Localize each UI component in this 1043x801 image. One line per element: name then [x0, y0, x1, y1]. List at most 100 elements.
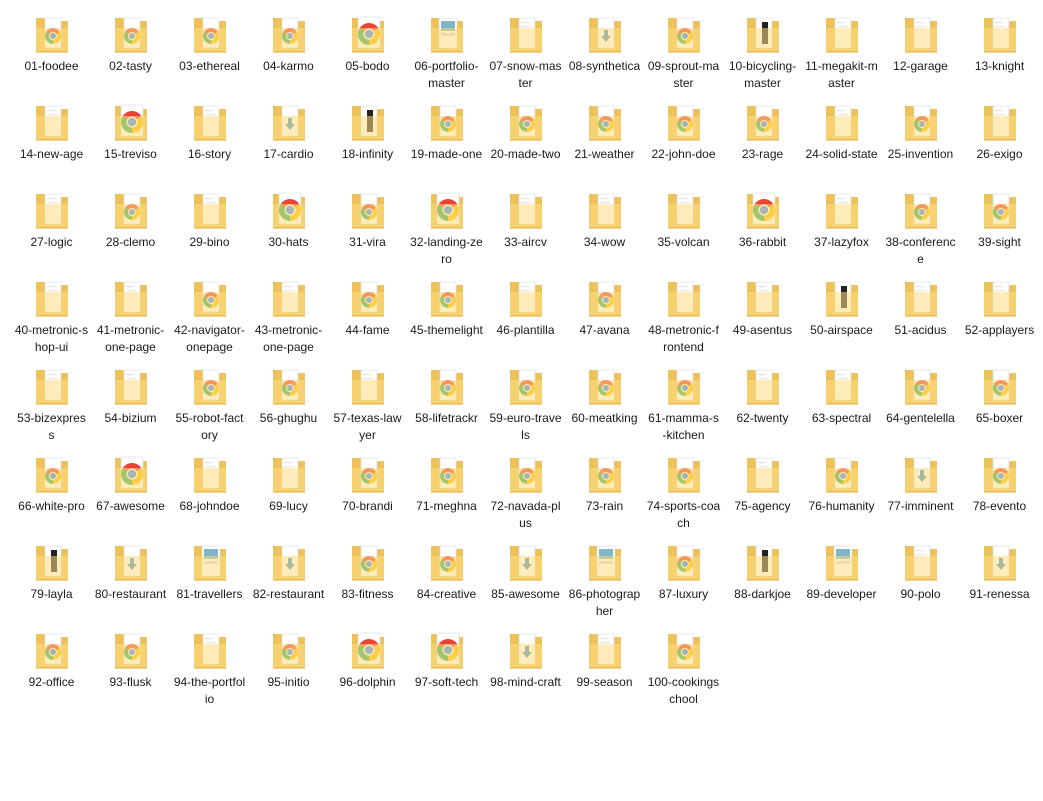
- folder-item[interactable]: 72-navada-plus: [486, 450, 565, 538]
- folder-item[interactable]: 57-texas-lawyer: [328, 362, 407, 450]
- folder-item[interactable]: 10-bicycling-master: [723, 10, 802, 98]
- folder-item[interactable]: 99-season: [565, 626, 644, 714]
- folder-item[interactable]: 31-vira: [328, 186, 407, 274]
- folder-item[interactable]: 61-mamma-s-kitchen: [644, 362, 723, 450]
- folder-item[interactable]: 25-invention: [881, 98, 960, 186]
- folder-item[interactable]: 85-awesome: [486, 538, 565, 626]
- folder-item[interactable]: 96-dolphin: [328, 626, 407, 714]
- folder-item[interactable]: 04-karmo: [249, 10, 328, 98]
- folder-item[interactable]: 13-knight: [960, 10, 1039, 98]
- folder-item[interactable]: 09-sprout-master: [644, 10, 723, 98]
- folder-item[interactable]: 91-renessa: [960, 538, 1039, 626]
- folder-item[interactable]: 24-solid-state: [802, 98, 881, 186]
- folder-item[interactable]: 35-volcan: [644, 186, 723, 274]
- folder-item[interactable]: 58-lifetrackr: [407, 362, 486, 450]
- folder-item[interactable]: 84-creative: [407, 538, 486, 626]
- folder-item[interactable]: 14-new-age: [12, 98, 91, 186]
- folder-item[interactable]: 15-treviso: [91, 98, 170, 186]
- folder-item[interactable]: 33-aircv: [486, 186, 565, 274]
- folder-item[interactable]: 87-luxury: [644, 538, 723, 626]
- folder-item[interactable]: 34-wow: [565, 186, 644, 274]
- folder-item[interactable]: 32-landing-zero: [407, 186, 486, 274]
- folder-item[interactable]: 67-awesome: [91, 450, 170, 538]
- folder-item[interactable]: 21-weather: [565, 98, 644, 186]
- folder-item[interactable]: 88-darkjoe: [723, 538, 802, 626]
- folder-item[interactable]: 27-logic: [12, 186, 91, 274]
- folder-item[interactable]: 93-flusk: [91, 626, 170, 714]
- folder-item[interactable]: 43-metronic-one-page: [249, 274, 328, 362]
- folder-item[interactable]: 39-sight: [960, 186, 1039, 274]
- folder-item[interactable]: 26-exigo: [960, 98, 1039, 186]
- folder-item[interactable]: 29-bino: [170, 186, 249, 274]
- folder-item[interactable]: 20-made-two: [486, 98, 565, 186]
- folder-item[interactable]: 36-rabbit: [723, 186, 802, 274]
- folder-item[interactable]: 42-navigator-onepage: [170, 274, 249, 362]
- folder-item[interactable]: 17-cardio: [249, 98, 328, 186]
- folder-item[interactable]: 18-infinity: [328, 98, 407, 186]
- folder-item[interactable]: 56-ghughu: [249, 362, 328, 450]
- folder-item[interactable]: 62-twenty: [723, 362, 802, 450]
- folder-item[interactable]: 22-john-doe: [644, 98, 723, 186]
- folder-item[interactable]: 53-bizexpress: [12, 362, 91, 450]
- folder-item[interactable]: 52-applayers: [960, 274, 1039, 362]
- folder-item[interactable]: 02-tasty: [91, 10, 170, 98]
- folder-item[interactable]: 28-clemo: [91, 186, 170, 274]
- folder-item[interactable]: 40-metronic-shop-ui: [12, 274, 91, 362]
- folder-item[interactable]: 03-ethereal: [170, 10, 249, 98]
- folder-item[interactable]: 71-meghna: [407, 450, 486, 538]
- folder-item[interactable]: 44-fame: [328, 274, 407, 362]
- folder-item[interactable]: 59-euro-travels: [486, 362, 565, 450]
- folder-item[interactable]: 81-travellers: [170, 538, 249, 626]
- folder-item[interactable]: 47-avana: [565, 274, 644, 362]
- folder-item[interactable]: 48-metronic-frontend: [644, 274, 723, 362]
- folder-item[interactable]: 05-bodo: [328, 10, 407, 98]
- folder-item[interactable]: 63-spectral: [802, 362, 881, 450]
- folder-item[interactable]: 74-sports-coach: [644, 450, 723, 538]
- folder-item[interactable]: 69-lucy: [249, 450, 328, 538]
- folder-item[interactable]: 07-snow-master: [486, 10, 565, 98]
- folder-item[interactable]: 54-bizium: [91, 362, 170, 450]
- folder-item[interactable]: 78-evento: [960, 450, 1039, 538]
- folder-item[interactable]: 11-megakit-master: [802, 10, 881, 98]
- folder-item[interactable]: 70-brandi: [328, 450, 407, 538]
- folder-item[interactable]: 75-agency: [723, 450, 802, 538]
- folder-item[interactable]: 86-photographer: [565, 538, 644, 626]
- folder-item[interactable]: 51-acidus: [881, 274, 960, 362]
- folder-item[interactable]: 08-synthetica: [565, 10, 644, 98]
- folder-item[interactable]: 89-developer: [802, 538, 881, 626]
- folder-item[interactable]: 38-conference: [881, 186, 960, 274]
- folder-item[interactable]: 76-humanity: [802, 450, 881, 538]
- folder-item[interactable]: 66-white-pro: [12, 450, 91, 538]
- folder-item[interactable]: 30-hats: [249, 186, 328, 274]
- folder-item[interactable]: 94-the-portfolio: [170, 626, 249, 714]
- folder-item[interactable]: 06-portfolio-master: [407, 10, 486, 98]
- folder-item[interactable]: 16-story: [170, 98, 249, 186]
- folder-item[interactable]: 77-imminent: [881, 450, 960, 538]
- folder-item[interactable]: 01-foodee: [12, 10, 91, 98]
- folder-item[interactable]: 79-layla: [12, 538, 91, 626]
- folder-item[interactable]: 92-office: [12, 626, 91, 714]
- folder-item[interactable]: 45-themelight: [407, 274, 486, 362]
- folder-item[interactable]: 73-rain: [565, 450, 644, 538]
- folder-item[interactable]: 37-lazyfox: [802, 186, 881, 274]
- folder-item[interactable]: 60-meatking: [565, 362, 644, 450]
- folder-item[interactable]: 64-gentelella: [881, 362, 960, 450]
- folder-item[interactable]: 50-airspace: [802, 274, 881, 362]
- folder-item[interactable]: 100-cookingschool: [644, 626, 723, 714]
- folder-item[interactable]: 41-metronic-one-page: [91, 274, 170, 362]
- folder-item[interactable]: 23-rage: [723, 98, 802, 186]
- folder-item[interactable]: 12-garage: [881, 10, 960, 98]
- folder-item[interactable]: 82-restaurant: [249, 538, 328, 626]
- folder-item[interactable]: 68-johndoe: [170, 450, 249, 538]
- folder-item[interactable]: 97-soft-tech: [407, 626, 486, 714]
- folder-item[interactable]: 65-boxer: [960, 362, 1039, 450]
- folder-item[interactable]: 55-robot-factory: [170, 362, 249, 450]
- folder-item[interactable]: 19-made-one: [407, 98, 486, 186]
- folder-item[interactable]: 49-asentus: [723, 274, 802, 362]
- folder-item[interactable]: 83-fitness: [328, 538, 407, 626]
- folder-item[interactable]: 95-initio: [249, 626, 328, 714]
- folder-item[interactable]: 46-plantilla: [486, 274, 565, 362]
- folder-item[interactable]: 90-polo: [881, 538, 960, 626]
- folder-item[interactable]: 98-mind-craft: [486, 626, 565, 714]
- folder-item[interactable]: 80-restaurant: [91, 538, 170, 626]
